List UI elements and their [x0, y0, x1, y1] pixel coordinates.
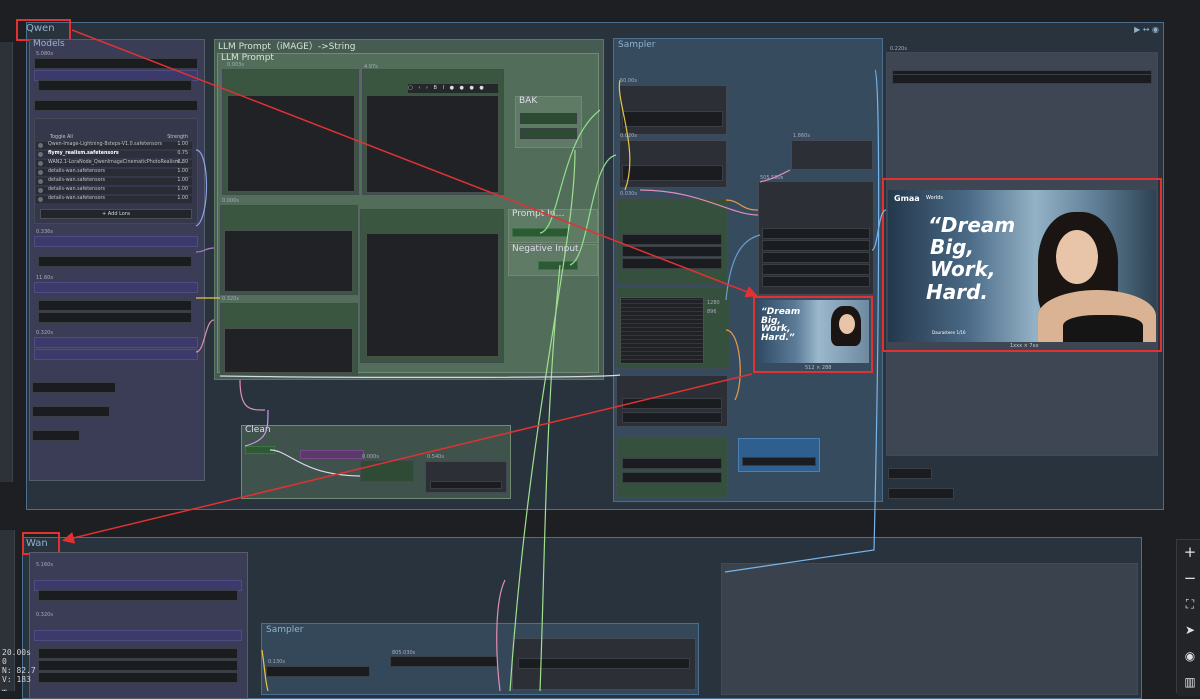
wire-model-pink [195, 319, 215, 353]
wire-pink-wan [496, 579, 506, 691]
wire-llm-green2 [569, 154, 617, 266]
wire-orange-down [725, 329, 741, 401]
wire-sampler-orange [725, 199, 759, 211]
annotation-arrow-preview-to-wan [62, 373, 753, 544]
wires-layer [62, 29, 887, 691]
wire-model-purple [195, 247, 215, 253]
wire-llm-yellow [618, 79, 631, 191]
wire-sampler-pink [639, 189, 759, 216]
wire-sampler-pink2 [759, 169, 791, 183]
wire-purple-clean [244, 409, 269, 447]
annotation-arrow-qwen-to-preview [71, 29, 758, 298]
wire-yellow-wan [261, 649, 269, 691]
wire-lora-blue [195, 149, 208, 227]
wire-blue-long [724, 69, 880, 573]
wire-pink-clean [239, 379, 266, 411]
wire-sampler-white [219, 374, 621, 378]
wire-green-down2 [539, 264, 561, 691]
